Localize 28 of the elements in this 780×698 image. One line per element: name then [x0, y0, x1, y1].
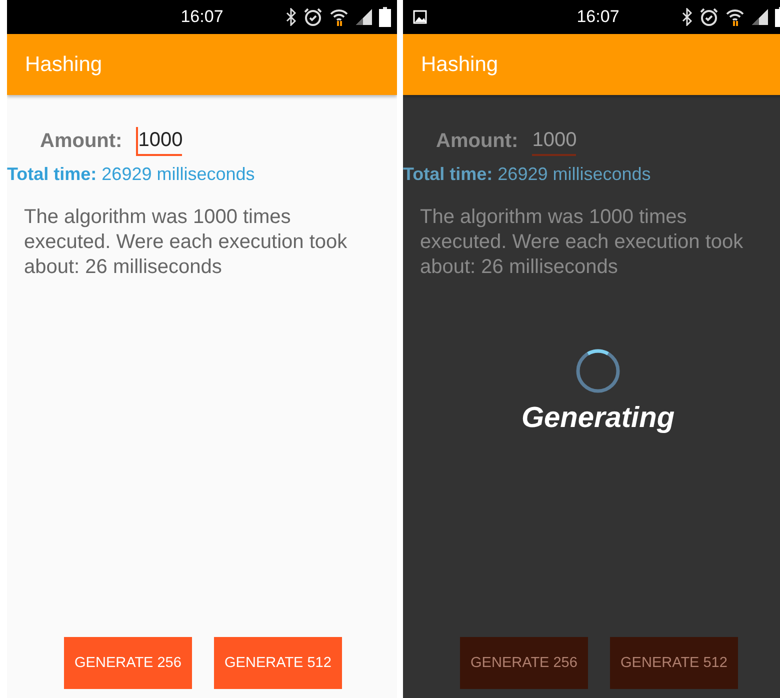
alarm-icon	[303, 7, 323, 27]
generate-button[interactable]: GENERATE 256	[460, 637, 588, 689]
app-title: Hashing	[421, 52, 498, 76]
amount-label: Amount:	[436, 130, 518, 153]
alarm-icon	[699, 7, 719, 27]
wifi-icon	[725, 7, 745, 27]
amount-field[interactable]: 1000	[532, 127, 576, 156]
spinner-icon	[575, 348, 621, 394]
total-time-text: Total time: 26929 milliseconds	[403, 164, 652, 185]
bluetooth-icon	[681, 8, 693, 26]
battery-icon	[379, 7, 391, 27]
generate-button[interactable]: GENERATE 512	[214, 637, 342, 689]
app-title: Hashing	[25, 52, 102, 76]
wifi-icon	[329, 7, 349, 27]
bluetooth-icon	[285, 8, 297, 26]
total-time-text: Total time: 26929 milliseconds	[7, 164, 256, 185]
status-time: 16:07	[180, 7, 224, 27]
status-time: 16:07	[576, 7, 620, 27]
loading-message: Generating	[521, 402, 675, 435]
generate-button[interactable]: GENERATE 512	[610, 637, 738, 689]
amount-label: Amount:	[40, 130, 122, 153]
signal-icon	[355, 8, 373, 26]
amount-field[interactable]: 1000	[136, 127, 182, 156]
generate-button[interactable]: GENERATE 256	[64, 637, 192, 689]
result-description: The algorithm was 1000 times executed. Were each execution took about: 26 milliseconds	[24, 205, 348, 280]
signal-icon	[751, 8, 769, 26]
image-icon	[413, 10, 427, 24]
result-description: The algorithm was 1000 times executed. Were each execution took about: 26 milliseconds	[420, 205, 744, 280]
